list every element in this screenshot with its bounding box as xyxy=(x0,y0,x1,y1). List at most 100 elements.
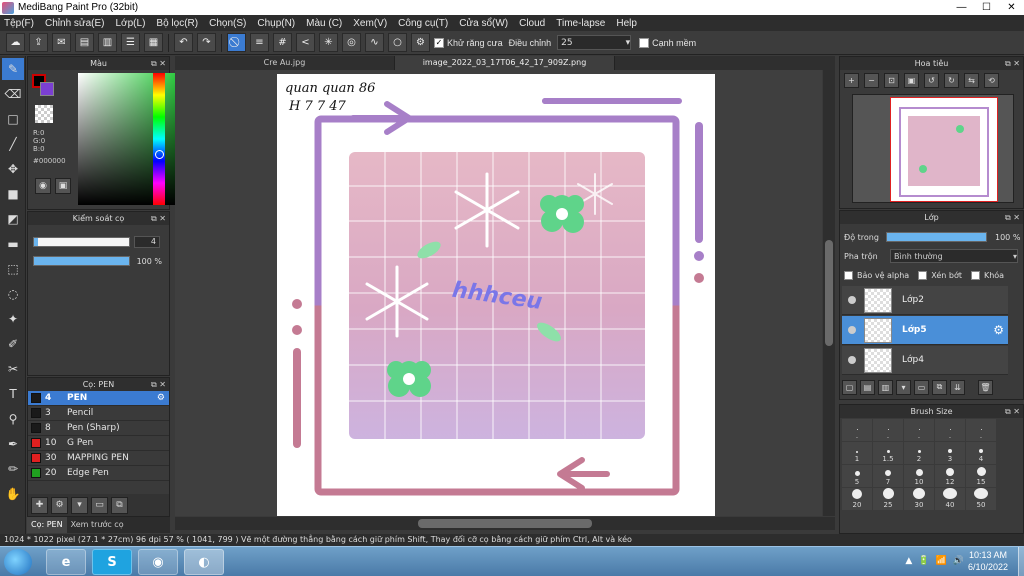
panel-controls-icon[interactable]: ⧉ ✕ xyxy=(151,212,166,225)
pen-tool-icon[interactable]: ✏ xyxy=(2,458,24,480)
layer-opacity-slider[interactable] xyxy=(886,232,987,242)
actual-size-icon[interactable]: ▣ xyxy=(904,72,919,88)
show-desktop-button[interactable] xyxy=(1018,547,1024,576)
brush-opacity-slider[interactable] xyxy=(33,256,130,266)
zoom-out-icon[interactable]: − xyxy=(864,72,879,88)
skype-icon[interactable]: S xyxy=(92,549,132,575)
add-material-icon[interactable]: ▾ xyxy=(71,496,88,514)
lock-checkbox[interactable] xyxy=(970,270,980,280)
brush-size-value[interactable]: 4 xyxy=(134,236,160,248)
brush-size-cell[interactable]: 15 xyxy=(966,465,996,487)
clock[interactable]: 10:13 AM 6/10/2022 xyxy=(962,549,1014,573)
share-icon[interactable]: ⇪ xyxy=(29,33,48,52)
brush-size-cell[interactable]: . xyxy=(904,419,934,441)
panel-controls-icon[interactable]: ⧉ ✕ xyxy=(1005,57,1020,70)
rotate-right-icon[interactable]: ↻ xyxy=(944,72,959,88)
layer-row[interactable]: Lớp2 xyxy=(842,286,1008,315)
brush-tool-icon[interactable]: ✎ xyxy=(2,58,24,80)
color-history-icon[interactable]: ▣ xyxy=(55,178,71,194)
brush-settings-icon[interactable]: ⚙ xyxy=(51,496,68,514)
folder-icon[interactable]: ▭ xyxy=(91,496,108,514)
clipping-checkbox[interactable] xyxy=(918,270,928,280)
duplicate-layer-icon[interactable]: ⧉ xyxy=(932,379,947,395)
canvas-page[interactable]: quan quan 86 H 7 7 47 hhhceu xyxy=(277,74,715,516)
transparent-color-swatch[interactable] xyxy=(35,105,53,123)
brush-size-cell[interactable]: 3 xyxy=(935,442,965,464)
visibility-icon[interactable] xyxy=(848,326,856,334)
layer-row[interactable]: Lớp5 ⚙ xyxy=(842,316,1008,345)
brush-size-slider[interactable] xyxy=(33,237,130,247)
vanishing-snap-icon[interactable]: < xyxy=(296,33,315,52)
document-icon[interactable]: ▥ xyxy=(98,33,117,52)
reset-icon[interactable]: ⟲ xyxy=(984,72,999,88)
menu-color[interactable]: Màu (C) xyxy=(306,18,342,29)
menu-edit[interactable]: Chỉnh sửa(E) xyxy=(45,18,105,29)
brush-size-cell[interactable]: 4 xyxy=(966,442,996,464)
redo-icon[interactable]: ↷ xyxy=(197,33,216,52)
horizontal-scroll-thumb[interactable] xyxy=(418,519,592,528)
brush-size-cell[interactable]: 20 xyxy=(842,488,872,510)
brush-size-cell[interactable]: . xyxy=(935,419,965,441)
brush-size-cell[interactable]: 40 xyxy=(935,488,965,510)
fill-rect-tool-icon[interactable]: ■ xyxy=(2,183,24,205)
battery-icon[interactable]: 🔋 xyxy=(918,556,929,566)
brush-size-cell[interactable]: 50 xyxy=(966,488,996,510)
line-tool-icon[interactable]: ╱ xyxy=(2,133,24,155)
network-icon[interactable]: 📶 xyxy=(936,556,947,566)
blend-mode-dropdown[interactable]: Bình thường ▾ xyxy=(890,249,1018,263)
rect-tool-icon[interactable]: □ xyxy=(2,108,24,130)
snap-settings-icon[interactable]: ⚙ xyxy=(411,33,430,52)
navigator-thumbnail[interactable] xyxy=(852,94,1014,203)
tab-brush-preview[interactable]: Xem trước cọ xyxy=(67,517,128,533)
duplicate-icon[interactable]: ⧉ xyxy=(111,496,128,514)
menu-layer[interactable]: Lớp(L) xyxy=(116,18,146,29)
vertical-scroll-thumb[interactable] xyxy=(825,240,833,346)
move-tool-icon[interactable]: ✥ xyxy=(2,158,24,180)
panel-controls-icon[interactable]: ⧉ ✕ xyxy=(1005,405,1020,418)
panel-controls-icon[interactable]: ⧉ ✕ xyxy=(151,57,166,70)
visibility-icon[interactable] xyxy=(848,296,856,304)
brush-size-cell[interactable]: 10 xyxy=(904,465,934,487)
concentric-snap-icon[interactable]: ◎ xyxy=(342,33,361,52)
add-brush-icon[interactable]: ✚ xyxy=(31,496,48,514)
brush-size-cell[interactable]: . xyxy=(842,419,872,441)
visibility-icon[interactable] xyxy=(848,356,856,364)
background-color-swatch[interactable] xyxy=(40,82,54,96)
eyedropper-tool-icon[interactable]: ✒ xyxy=(2,433,24,455)
brush-size-cell[interactable]: . xyxy=(966,419,996,441)
brush-item[interactable]: 10 G Pen xyxy=(28,436,169,451)
new-8bit-layer-icon[interactable]: ▥ xyxy=(878,379,893,395)
magic-wand-tool-icon[interactable]: ✦ xyxy=(2,308,24,330)
circle-snap-icon[interactable]: ○ xyxy=(388,33,407,52)
select-eraser-tool-icon[interactable]: ✂ xyxy=(2,358,24,380)
chat-icon[interactable]: ✉ xyxy=(52,33,71,52)
soft-edge-checkbox[interactable] xyxy=(639,37,650,48)
panel-controls-icon[interactable]: ⧉ ✕ xyxy=(1005,211,1020,224)
antialias-checkbox[interactable]: ✓ xyxy=(434,37,444,48)
menu-window[interactable]: Cửa sổ(W) xyxy=(459,18,508,29)
page-icon[interactable]: ▤ xyxy=(75,33,94,52)
gradient-tool-icon[interactable]: ▬ xyxy=(2,233,24,255)
brush-item[interactable]: 8 Pen (Sharp) xyxy=(28,421,169,436)
start-button[interactable] xyxy=(4,549,32,575)
parallel-snap-icon[interactable]: ≡ xyxy=(250,33,269,52)
list-icon[interactable]: ☰ xyxy=(121,33,140,52)
grid-icon[interactable]: ▦ xyxy=(144,33,163,52)
brush-size-cell[interactable]: . xyxy=(873,419,903,441)
hue-handle[interactable] xyxy=(155,150,164,159)
folder-icon[interactable]: ▭ xyxy=(914,379,929,395)
menu-view[interactable]: Xem(V) xyxy=(353,18,387,29)
text-tool-icon[interactable]: T xyxy=(2,383,24,405)
curve-snap-icon[interactable]: ∿ xyxy=(365,33,384,52)
brush-size-cell[interactable]: 5 xyxy=(842,465,872,487)
menu-timelapse[interactable]: Time-lapse xyxy=(556,18,605,29)
cloud-icon[interactable]: ☁ xyxy=(6,33,25,52)
tab-document-2[interactable]: image_2022_03_17T06_42_17_909Z.png xyxy=(395,56,615,70)
menu-cloud[interactable]: Cloud xyxy=(519,18,545,29)
menu-tools[interactable]: Công cụ(T) xyxy=(398,18,448,29)
palette-icon[interactable]: ◉ xyxy=(35,178,51,194)
flip-icon[interactable]: ⇆ xyxy=(964,72,979,88)
minimize-button[interactable]: — xyxy=(949,0,974,15)
no-snap-icon[interactable]: ⃠ xyxy=(227,33,246,52)
hue-slider[interactable] xyxy=(153,73,165,205)
